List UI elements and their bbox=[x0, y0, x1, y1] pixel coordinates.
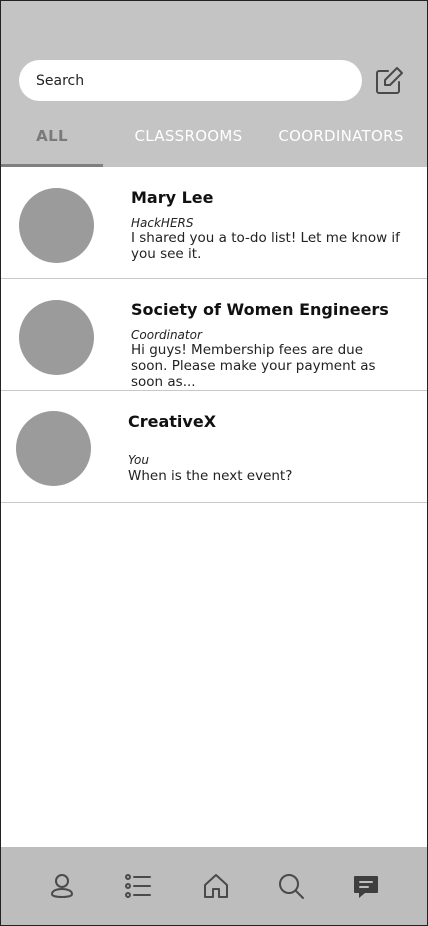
conversation-row[interactable]: CreativeX You When is the next event? bbox=[1, 391, 427, 503]
list-icon[interactable] bbox=[124, 872, 152, 900]
conversation-name: Mary Lee bbox=[131, 188, 214, 207]
conversation-subtitle: Coordinator bbox=[131, 328, 202, 342]
conversation-name: Society of Women Engineers bbox=[131, 300, 389, 319]
compose-icon[interactable] bbox=[373, 65, 405, 97]
tab-label: COORDINATORS bbox=[278, 127, 404, 145]
profile-icon[interactable] bbox=[48, 872, 76, 900]
tab-label: CLASSROOMS bbox=[134, 127, 243, 145]
phone-screen: Search ALL CLASSROOMS COORDINATORS Mary … bbox=[0, 0, 428, 926]
conversation-message: When is the next event? bbox=[128, 468, 293, 484]
avatar bbox=[19, 300, 94, 375]
search-input[interactable]: Search bbox=[19, 60, 362, 101]
tab-classrooms[interactable]: CLASSROOMS bbox=[121, 119, 256, 167]
avatar bbox=[16, 411, 91, 486]
conversation-message: I shared you a to-do list! Let me know i… bbox=[131, 230, 400, 262]
conversation-subtitle: You bbox=[128, 453, 149, 467]
conversation-row[interactable]: Society of Women Engineers Coordinator H… bbox=[1, 279, 427, 391]
tab-label: ALL bbox=[36, 127, 68, 145]
conversation-row[interactable]: Mary Lee HackHERS I shared you a to-do l… bbox=[1, 167, 427, 279]
avatar bbox=[19, 188, 94, 263]
conversation-name: CreativeX bbox=[128, 412, 217, 431]
home-icon[interactable] bbox=[202, 872, 230, 900]
tab-bar: ALL CLASSROOMS COORDINATORS bbox=[1, 119, 427, 167]
conversation-message: Hi guys! Membership fees are due soon. P… bbox=[131, 342, 376, 390]
search-icon[interactable] bbox=[277, 872, 305, 900]
conversation-list: Mary Lee HackHERS I shared you a to-do l… bbox=[1, 167, 427, 503]
tab-coordinators[interactable]: COORDINATORS bbox=[271, 119, 411, 167]
conversation-subtitle: HackHERS bbox=[131, 216, 194, 230]
bottom-nav bbox=[1, 847, 427, 925]
tab-all[interactable]: ALL bbox=[1, 119, 103, 167]
search-placeholder: Search bbox=[36, 72, 85, 89]
chat-icon[interactable] bbox=[352, 872, 380, 900]
header: Search ALL CLASSROOMS COORDINATORS bbox=[1, 1, 427, 167]
